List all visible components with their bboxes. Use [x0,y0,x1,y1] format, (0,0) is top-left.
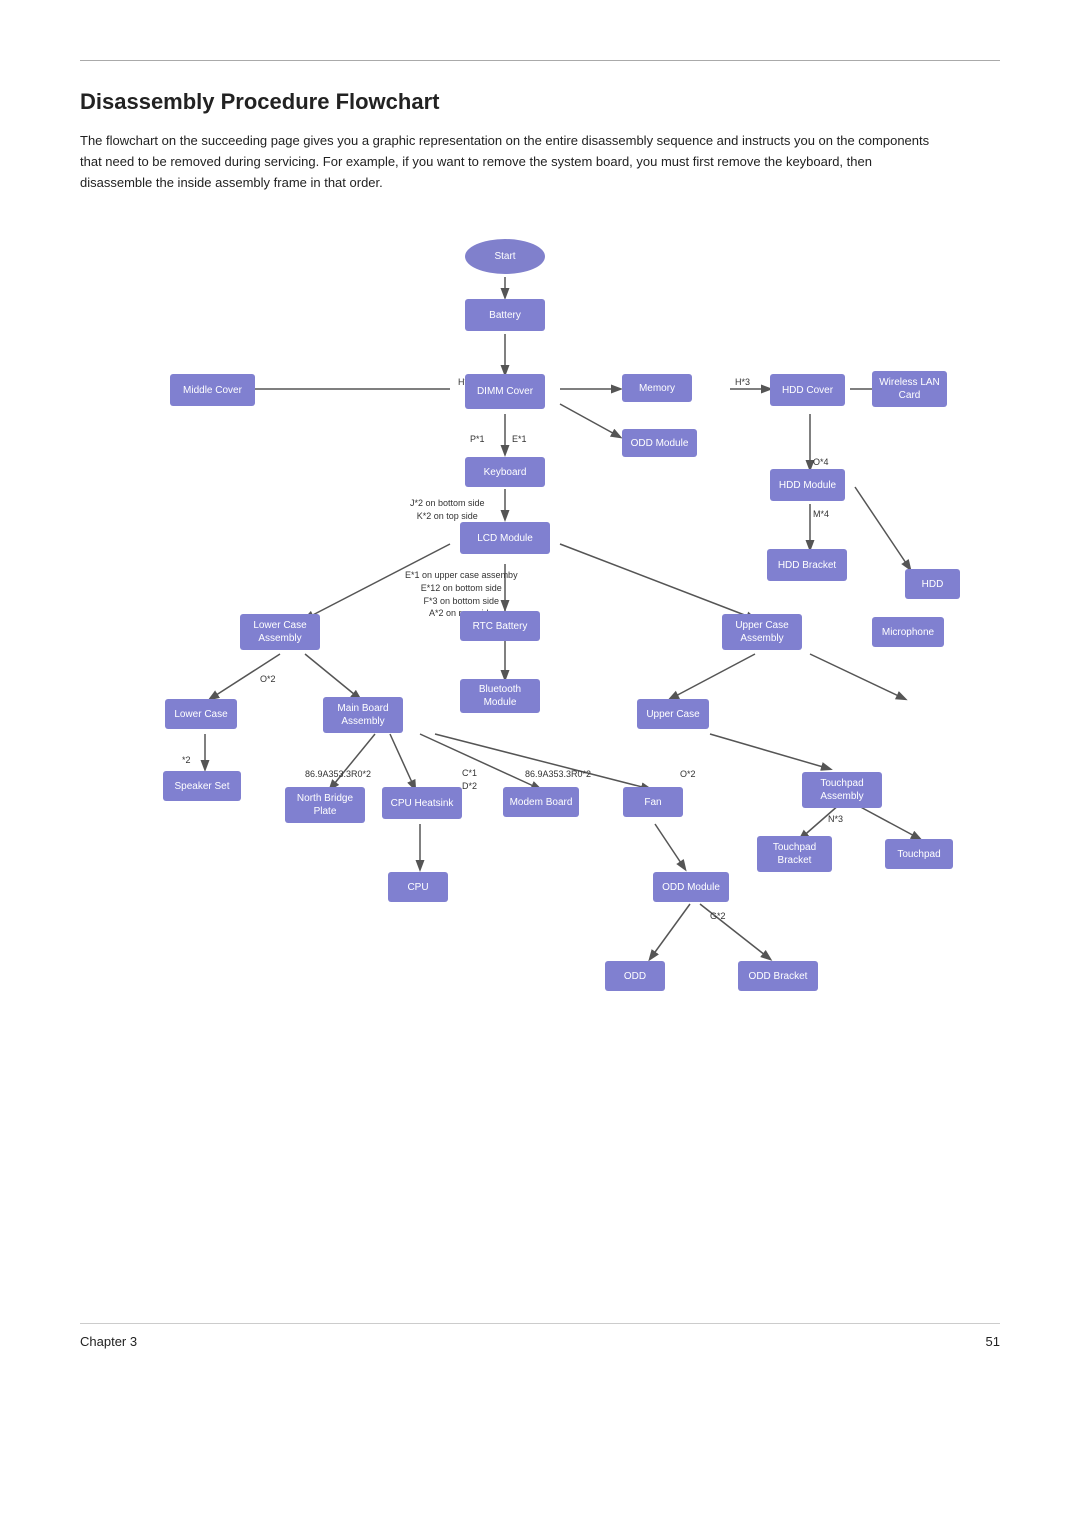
node-dimm-cover: DIMM Cover [465,374,545,409]
label-o2-fan: O*2 [680,769,696,779]
node-cpu: CPU [388,872,448,902]
footer-page-number: 51 [986,1334,1000,1349]
node-cpu-heatsink: CPU Heatsink [382,787,462,819]
node-hdd: HDD [905,569,960,599]
node-microphone: Microphone [872,617,944,647]
page: Disassembly Procedure Flowchart The flow… [0,0,1080,1389]
node-memory: Memory [622,374,692,402]
label-g2: G*2 [710,911,726,921]
node-fan: Fan [623,787,683,817]
label-n3: N*3 [828,814,843,824]
node-speaker-set: Speaker Set [163,771,241,801]
node-lcd-module: LCD Module [460,522,550,554]
flowchart: Start Battery H*2 H*3 Memory DIMM Cover … [110,229,970,1329]
node-lower-case: Lower Case [165,699,237,729]
label-star2: *2 [182,755,191,765]
node-battery: Battery [465,299,545,331]
node-odd-bracket: ODD Bracket [738,961,818,991]
label-h3: H*3 [735,377,750,387]
top-rule [80,60,1000,61]
node-middle-cover: Middle Cover [170,374,255,406]
footer: Chapter 3 51 [80,1323,1000,1349]
node-wireless-lan: Wireless LAN Card [872,371,947,407]
node-hdd-module: HDD Module [770,469,845,501]
node-hdd-bracket: HDD Bracket [767,549,847,581]
label-c1-d2: C*1 D*2 [462,767,477,792]
label-e1: E*1 [512,434,527,444]
node-main-board-assembly: Main Board Assembly [323,697,403,733]
node-odd-module-top: ODD Module [622,429,697,457]
footer-chapter: Chapter 3 [80,1334,137,1349]
node-lower-case-assembly: Lower Case Assembly [240,614,320,650]
node-start: Start [465,239,545,274]
node-north-bridge-plate: North Bridge Plate [285,787,365,823]
node-keyboard: Keyboard [465,457,545,487]
node-touchpad: Touchpad [885,839,953,869]
node-modem-board: Modem Board [503,787,579,817]
intro-text: The flowchart on the succeeding page giv… [80,131,940,193]
label-j2-k2: J*2 on bottom side K*2 on top side [410,497,485,522]
label-p1: P*1 [470,434,485,444]
node-odd-module-bot: ODD Module [653,872,729,902]
label-86a-right: 86.9A353.3R0*2 [525,769,591,779]
label-m4: M*4 [813,509,829,519]
node-touchpad-bracket: Touchpad Bracket [757,836,832,872]
node-bluetooth: Bluetooth Module [460,679,540,713]
node-hdd-cover: HDD Cover [770,374,845,406]
node-touchpad-assembly: Touchpad Assembly [802,772,882,808]
label-o4: O*4 [813,457,829,467]
node-upper-case-assembly: Upper Case Assembly [722,614,802,650]
node-rtc-battery: RTC Battery [460,611,540,641]
label-o2-lower: O*2 [260,674,276,684]
node-odd: ODD [605,961,665,991]
label-86a-left: 86.9A353.3R0*2 [305,769,371,779]
page-title: Disassembly Procedure Flowchart [80,89,1000,115]
node-upper-case: Upper Case [637,699,709,729]
